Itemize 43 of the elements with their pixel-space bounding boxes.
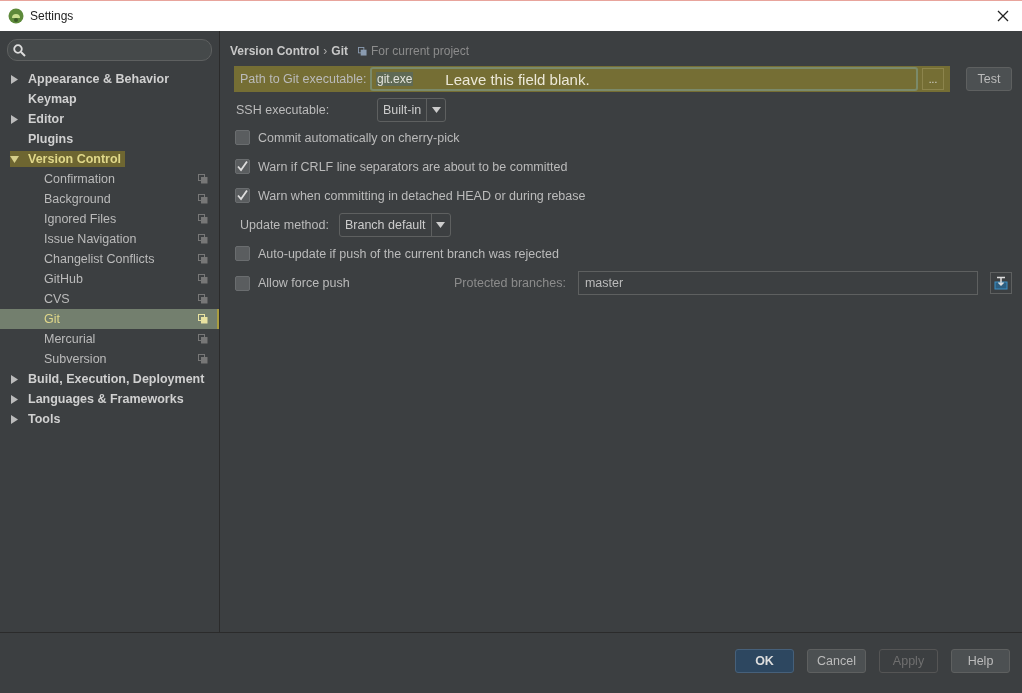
tree-item[interactable]: Keymap — [28, 91, 81, 107]
tree-item[interactable]: Confirmation — [0, 169, 219, 189]
git-path-field[interactable]: git.exe Leave this field blank. — [370, 67, 918, 91]
checkbox-label: Auto-update if push of the current branch was rejected — [258, 246, 559, 261]
tree-item[interactable]: CVS — [0, 289, 219, 309]
checkbox-label: Warn if CRLF line separators are about to be committed — [258, 159, 568, 174]
annotation-text: Leave this field blank. — [445, 70, 590, 88]
dialog-button[interactable]: Help — [951, 649, 1010, 673]
tree-item[interactable]: Languages & Frameworks — [28, 391, 188, 407]
checkbox-label: Allow force push — [258, 276, 351, 290]
dialog-button[interactable]: Cancel — [807, 649, 866, 673]
window-title: Settings — [30, 9, 75, 23]
tree-item[interactable]: Editor — [28, 111, 69, 127]
tree-item[interactable]: Issue Navigation — [0, 229, 219, 249]
tree-item[interactable]: Background — [0, 189, 219, 209]
breadcrumb-current: Git — [331, 44, 348, 58]
tree-item[interactable]: Appearance & Behavior — [28, 71, 174, 87]
tree-item[interactable]: Plugins — [28, 131, 78, 147]
tree-item[interactable]: Ignored Files — [0, 209, 219, 229]
tree-item[interactable]: Changelist Conflicts — [0, 249, 219, 269]
tree-item[interactable]: Subversion — [0, 349, 219, 369]
ssh-dropdown[interactable]: Built-in — [377, 98, 447, 122]
tree-item[interactable]: Mercurial — [0, 329, 219, 349]
tree-item[interactable]: Build, Execution, Deployment — [28, 371, 209, 387]
tree-item[interactable]: Git — [0, 309, 219, 329]
field-label: Path to Git executable: — [240, 72, 368, 86]
breadcrumb-parent: Version Control — [230, 44, 320, 58]
tree-item[interactable]: Tools — [28, 411, 65, 427]
test-button[interactable]: Test — [966, 67, 1012, 91]
field-value: git.exe — [376, 72, 414, 86]
checkbox-label: Commit automatically on cherry-pick — [258, 130, 460, 145]
field-label: Update method: — [240, 217, 329, 232]
field-label: Protected branches: — [454, 276, 566, 290]
protected-branches-field[interactable]: master — [577, 271, 978, 295]
update-method-dropdown[interactable]: Branch default — [338, 212, 451, 237]
dialog-button[interactable]: OK — [735, 649, 794, 673]
breadcrumb-separator: › — [323, 44, 328, 58]
checkbox-label: Warn when committing in detached HEAD or during rebase — [258, 188, 586, 203]
scope-label: For current project — [371, 44, 470, 58]
tree-item[interactable]: GitHub — [0, 269, 219, 289]
field-label: SSH executable: — [236, 103, 331, 117]
browse-button[interactable]: ... — [922, 68, 944, 90]
tree-item[interactable]: Version Control — [10, 151, 126, 167]
